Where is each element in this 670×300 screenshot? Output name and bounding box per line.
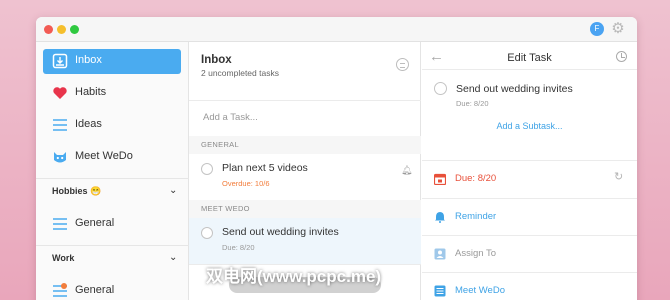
add-subtask-button[interactable]: Add a Subtask... [422,121,637,131]
task-count: 2 uncompleted tasks [201,68,279,78]
due-date-row[interactable]: Due: 8/20 ↻ [422,161,637,198]
list-assignment-label: Meet WeDo [455,285,505,296]
divider [36,178,189,179]
close-window-button[interactable] [44,25,53,34]
task-title: Plan next 5 videos [222,162,308,174]
sidebar-item-label: General [75,217,115,229]
list-icon [434,285,446,297]
bell-icon: 🔔︎ [401,165,413,175]
edit-task-pane: ← Edit Task Send out wedding invites Due… [422,42,637,300]
task-due: Due: 8/20 [456,99,489,108]
task-title: Send out wedding invites [222,226,339,238]
sidebar-item-label: Ideas [75,118,102,130]
sidebar-item-inbox[interactable]: Inbox [43,49,181,74]
sidebar-item-hobbies-general[interactable]: General [43,212,181,237]
divider [189,100,421,101]
assign-to-row[interactable]: Assign To [422,236,637,273]
task-checkbox[interactable] [201,163,213,175]
list-icon [53,283,67,297]
list-assignment-row[interactable]: Meet WeDo [422,273,637,300]
zoom-window-button[interactable] [70,25,79,34]
task-checkbox[interactable] [434,82,447,95]
section-heading: MEET WEDO [189,200,421,218]
sidebar-item-label: General [75,284,115,296]
app-window: F ⚙ Inbox Habits Ideas Meet WeDo Hobbies… [36,17,637,300]
work-heading[interactable]: Work [52,253,74,263]
list-item[interactable]: Plan next 5 videos Overdue: 10/6 🔔︎ [189,154,421,200]
watermark: 双电网(www.pcpc.me) [206,267,382,286]
title-bar: F ⚙ [36,17,637,42]
person-icon [434,248,446,260]
due-date-label: Due: 8/20 [455,173,497,184]
sidebar: Inbox Habits Ideas Meet WeDo Hobbies 😁 ⌄ [36,42,189,300]
chevron-down-icon[interactable]: ⌄ [169,252,177,263]
divider [36,245,189,246]
filter-icon[interactable] [396,58,409,71]
sidebar-item-habits[interactable]: Habits [43,81,181,106]
avatar[interactable]: F [590,22,604,36]
sidebar-item-label: Habits [75,86,107,98]
chevron-down-icon[interactable]: ⌄ [169,185,177,196]
pane-title: Edit Task [507,52,552,64]
sidebar-item-work-general[interactable]: General [43,279,181,300]
task-checkbox[interactable] [201,227,213,239]
reminder-label: Reminder [455,211,497,222]
bell-icon [435,212,445,223]
sidebar-item-ideas[interactable]: Ideas [43,113,181,138]
mascot-icon [54,152,66,163]
gear-icon[interactable]: ⚙ [610,21,626,37]
divider [422,69,637,70]
section-heading: GENERAL [189,136,421,154]
task-due: Overdue: 10/6 [222,179,270,188]
repeat-icon[interactable]: ↻ [614,172,625,183]
sidebar-item-meet-wedo[interactable]: Meet WeDo [43,145,181,170]
heart-icon [53,87,67,99]
page-title: Inbox [201,54,232,66]
sidebar-item-label: Meet WeDo [75,150,133,162]
task-title[interactable]: Send out wedding invites [456,83,573,95]
assign-to-label: Assign To [455,248,497,259]
minimize-window-button[interactable] [57,25,66,34]
add-task-input[interactable]: Add a Task... [203,112,258,123]
task-due: Due: 8/20 [222,243,255,252]
calendar-icon [434,173,446,185]
list-item[interactable]: Send out wedding invites Due: 8/20 [189,218,421,264]
reminder-row[interactable]: Reminder [422,199,637,236]
clock-icon[interactable] [616,51,627,62]
inbox-icon [52,53,68,69]
sidebar-item-label: Inbox [75,54,102,66]
hobbies-heading[interactable]: Hobbies 😁 [52,186,101,197]
list-icon [53,119,67,131]
list-icon [53,218,67,230]
